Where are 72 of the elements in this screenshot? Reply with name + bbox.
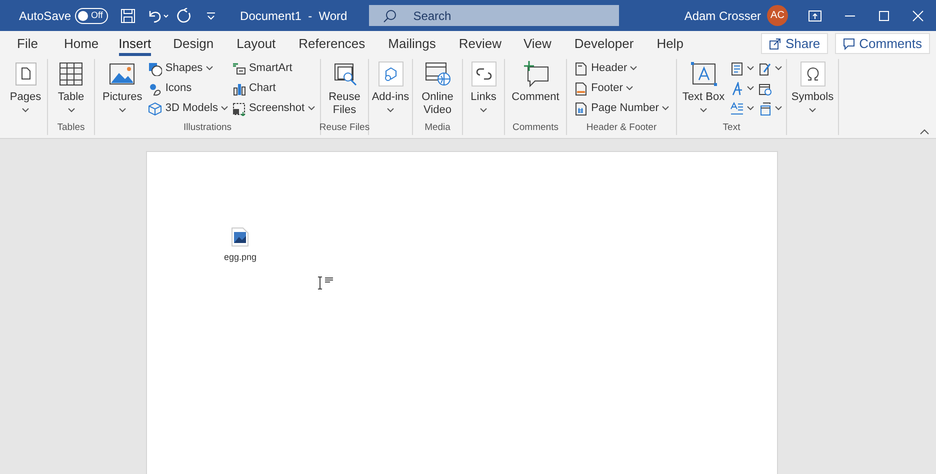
maximize-icon[interactable] (878, 10, 890, 22)
group-label: Reuse Files (319, 123, 370, 135)
ribbon-button[interactable] (730, 61, 754, 76)
links-icon (470, 60, 498, 88)
ribbon-button[interactable]: Page Number (574, 101, 669, 116)
ribbon-tab[interactable]: Review (458, 31, 502, 56)
ribbon-button[interactable]: Text Box (682, 59, 726, 122)
footer-icon (574, 82, 588, 96)
ribbon-tab[interactable]: File (17, 31, 38, 56)
text-cursor-icon (316, 276, 336, 290)
autosave-label: AutoSave (19, 8, 72, 24)
user-avatar[interactable]: AC (767, 5, 788, 26)
ribbon-button[interactable]: Pages (4, 59, 47, 122)
ribbon-button[interactable] (730, 101, 754, 116)
ribbon-button[interactable]: Shapes (148, 61, 228, 76)
ribbon-button[interactable] (758, 61, 782, 76)
comment-icon (522, 60, 550, 88)
file-name: egg.png (224, 251, 257, 264)
ribbon-tab[interactable]: Home (64, 31, 99, 56)
search-field[interactable]: Search (369, 5, 620, 26)
ribbon-button[interactable]: Pictures (100, 59, 144, 122)
comments-button[interactable]: Comments (835, 33, 930, 54)
group-label: Illustrations (183, 123, 232, 135)
omega-icon (798, 60, 826, 88)
user-name: Adam Crosser (684, 8, 761, 24)
share-icon (769, 38, 782, 50)
ribbon-tab[interactable]: Help (656, 31, 684, 56)
ribbon-tab[interactable]: Layout (236, 31, 276, 56)
comment-icon (843, 38, 856, 50)
shapes-icon (148, 62, 162, 76)
chart-icon (232, 82, 246, 96)
ribbon-button[interactable]: 3D Models (148, 101, 228, 116)
ribbon-button[interactable]: Screenshot (232, 101, 315, 116)
group-label: Media (424, 123, 450, 135)
ribbon-button[interactable] (758, 101, 782, 116)
ribbon-button[interactable]: Comment (514, 59, 558, 122)
ribbon-button[interactable]: Table (49, 59, 93, 122)
table-icon (57, 60, 85, 88)
text-box-icon (690, 60, 718, 88)
ribbon-button[interactable]: Add-ins (369, 59, 412, 122)
save-icon[interactable] (120, 8, 136, 24)
ribbon-button[interactable]: Reuse Files (322, 59, 366, 122)
ribbon-button[interactable]: SmartArt (232, 61, 315, 76)
ribbon-tab[interactable]: References (298, 31, 366, 56)
document-title: Document1 - Word (240, 8, 348, 24)
collapse-ribbon-icon[interactable] (920, 129, 929, 135)
share-button[interactable]: Share (761, 33, 828, 54)
ribbon-button[interactable]: Links (463, 59, 504, 122)
close-icon[interactable] (912, 10, 924, 22)
header-icon (574, 62, 588, 76)
ribbon-button[interactable]: Chart (232, 81, 315, 96)
ribbon-button[interactable]: Header (574, 61, 669, 76)
redo-icon[interactable] (176, 8, 192, 24)
ribbon-button[interactable]: Online Video (416, 59, 460, 122)
ribbon-tab[interactable]: Mailings (388, 31, 436, 56)
cube-icon (148, 102, 162, 116)
group-label: Tables (57, 123, 85, 135)
group-label: Text (722, 123, 740, 135)
group-label: Header & Footer (586, 123, 657, 135)
search-icon (383, 9, 398, 23)
autosave-toggle[interactable]: Off (75, 8, 108, 24)
ribbon-button[interactable]: Icons (148, 81, 228, 96)
ribbon-tab[interactable]: Design (173, 31, 214, 56)
ribbon-button[interactable]: Symbols (790, 59, 834, 122)
ribbon-tab[interactable]: Developer (574, 31, 634, 56)
customize-caret-icon[interactable] (206, 10, 216, 20)
image-file-icon[interactable] (231, 227, 250, 247)
ribbon-button[interactable]: Footer (574, 81, 669, 96)
screenshot-icon (232, 102, 246, 116)
ribbon-button[interactable] (730, 81, 754, 96)
ribbon-tab[interactable]: View (523, 31, 552, 56)
group-label: Comments (512, 123, 558, 135)
